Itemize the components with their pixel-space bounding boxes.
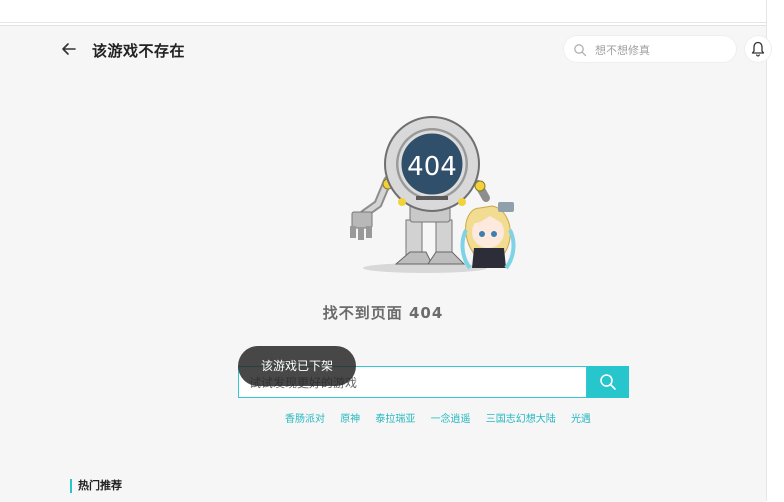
browser-top-bar — [0, 0, 766, 23]
page-title: 该游戏不存在 — [92, 42, 186, 60]
section-title-hot: 热门推荐 — [70, 479, 122, 493]
notification-bell-icon[interactable] — [744, 35, 772, 63]
error-message: 找不到页面 404 — [322, 304, 444, 322]
header-search-input[interactable] — [593, 39, 727, 61]
hot-link[interactable]: 一念逍遥 — [431, 414, 471, 425]
chibi-character-illustration — [460, 202, 516, 270]
hot-link[interactable]: 泰拉瑞亚 — [375, 414, 415, 425]
robot-404-illustration: 404 — [350, 116, 516, 273]
robot-screen-text: 404 — [407, 152, 457, 182]
hot-link[interactable]: 三国志幻想大陆 — [486, 414, 556, 425]
search-icon — [573, 42, 587, 57]
hot-link[interactable]: 香肠派对 — [285, 414, 325, 425]
back-arrow-icon[interactable] — [60, 40, 78, 58]
scrollbar-track[interactable] — [766, 0, 784, 501]
header-search-box[interactable] — [563, 35, 737, 63]
toast-message: 该游戏已下架 — [238, 346, 356, 386]
hot-link[interactable]: 原神 — [340, 414, 360, 425]
hot-search-links: 香肠派对 原神 泰拉瑞亚 一念逍遥 三国志幻想大陆 光遇 — [285, 410, 603, 425]
search-icon — [600, 374, 616, 390]
main-search-button[interactable] — [587, 366, 629, 398]
hot-link[interactable]: 光遇 — [571, 414, 591, 425]
